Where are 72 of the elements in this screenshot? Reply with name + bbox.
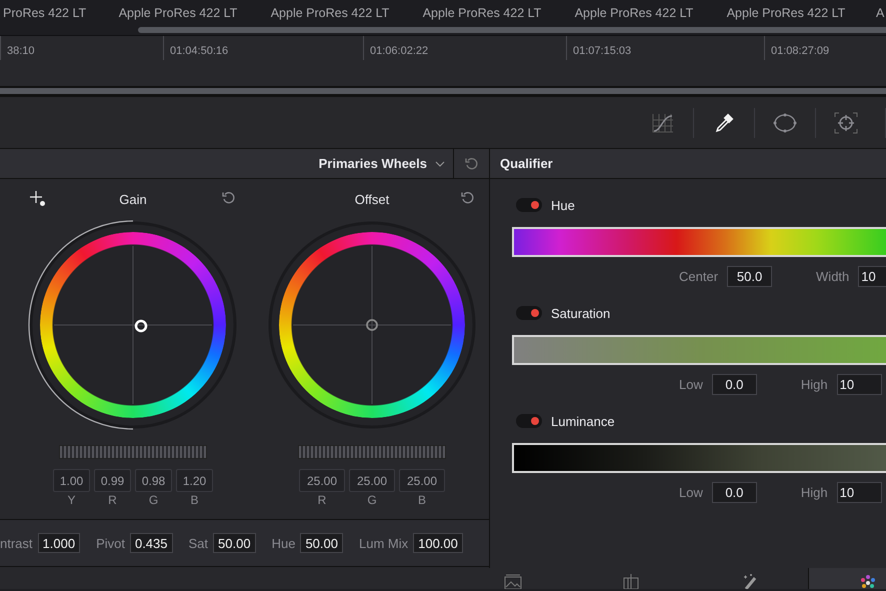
value-field[interactable]: 10	[836, 482, 882, 502]
tracker-icon	[834, 112, 858, 134]
timeline-scrollbar[interactable]	[0, 88, 886, 97]
clip-codec-label: ProRes 422 LT	[2, 6, 88, 20]
clip-codec-label: Apple ProRes 422 LT	[270, 6, 390, 20]
reset-icon[interactable]	[461, 191, 475, 205]
wheel-title: Offset	[354, 192, 390, 206]
value-field[interactable]: 10	[858, 266, 886, 286]
channel-label: Y	[67, 493, 76, 507]
toggle-switch[interactable]	[516, 414, 542, 428]
field-label: Low	[679, 484, 703, 500]
param-field[interactable]: 50.00	[300, 533, 343, 553]
clip-codec-label: Apple ProRes 422 LT	[574, 6, 694, 20]
reset-icon[interactable]	[222, 191, 236, 205]
timecode: 01:04:50:16	[170, 45, 228, 57]
toggle-switch[interactable]	[516, 306, 542, 320]
range-bar[interactable]	[512, 443, 886, 473]
channel-label: G	[367, 493, 377, 507]
channel-label: B	[418, 493, 426, 507]
param-field[interactable]: 50.00	[213, 533, 256, 553]
value-field[interactable]: 1.20	[176, 469, 213, 492]
color-dots-icon	[860, 574, 876, 589]
panel-title: Qualifier	[499, 156, 553, 171]
field-label: Center	[679, 268, 718, 284]
caret-icon	[435, 160, 445, 166]
timecode: 01:06:02:22	[370, 45, 428, 57]
field-label: Width	[816, 268, 850, 284]
timecode: 38:10	[7, 45, 35, 57]
value-field[interactable]: 0.98	[135, 469, 172, 492]
field-label: Low	[679, 376, 703, 392]
param-label: Sat	[188, 536, 208, 550]
channel-label: R	[108, 493, 117, 507]
channel-name: Luminance	[551, 414, 615, 428]
param-label: ntrast	[0, 536, 33, 550]
reset-icon[interactable]	[464, 156, 478, 170]
param-field[interactable]: 1.000	[38, 533, 80, 553]
curves-icon	[652, 112, 674, 132]
param-label: Lum Mix	[358, 536, 408, 550]
param-label: Hue	[272, 536, 296, 550]
timecode: 01:07:15:03	[573, 45, 632, 57]
clip-codec-label: Apple ProRes 422 LT	[118, 6, 238, 20]
param-label: Pivot	[96, 536, 125, 550]
value-field[interactable]: 0.99	[94, 469, 131, 492]
gallery-icon	[504, 574, 522, 589]
scrollbar-thumb[interactable]	[138, 27, 886, 33]
clip-codec-label: A	[875, 6, 884, 20]
value-field[interactable]: 0.0	[712, 482, 757, 502]
value-field[interactable]: 10	[836, 374, 882, 394]
timecode: 01:08:27:09	[771, 45, 830, 57]
channel-name: Hue	[551, 198, 575, 212]
clip-list-icon	[623, 574, 639, 589]
param-field[interactable]: 100.00	[413, 533, 463, 553]
value-field[interactable]: 1.00	[53, 469, 90, 492]
channel-label: R	[318, 493, 326, 507]
value-field[interactable]: 25.00	[349, 469, 395, 492]
eyedropper-icon	[714, 112, 734, 132]
channel-label: B	[190, 493, 198, 507]
clip-codec-label: Apple ProRes 422 LT	[726, 6, 846, 20]
clip-codec-label: Apple ProRes 422 LT	[422, 6, 542, 20]
wheel-title: Gain	[119, 192, 147, 206]
field-label: High	[800, 376, 828, 392]
crosshair-picker-icon[interactable]	[30, 191, 46, 207]
toggle-switch[interactable]	[516, 198, 542, 212]
circle-window-icon	[773, 112, 797, 132]
value-field[interactable]: 25.00	[299, 469, 345, 492]
value-field[interactable]: 0.0	[712, 374, 757, 394]
channel-label: G	[148, 493, 158, 507]
value-field[interactable]: 50.0	[727, 266, 772, 286]
channel-name: Saturation	[551, 306, 610, 320]
param-field[interactable]: 0.435	[130, 533, 173, 553]
field-label: High	[800, 484, 828, 500]
value-field[interactable]: 25.00	[399, 469, 445, 492]
